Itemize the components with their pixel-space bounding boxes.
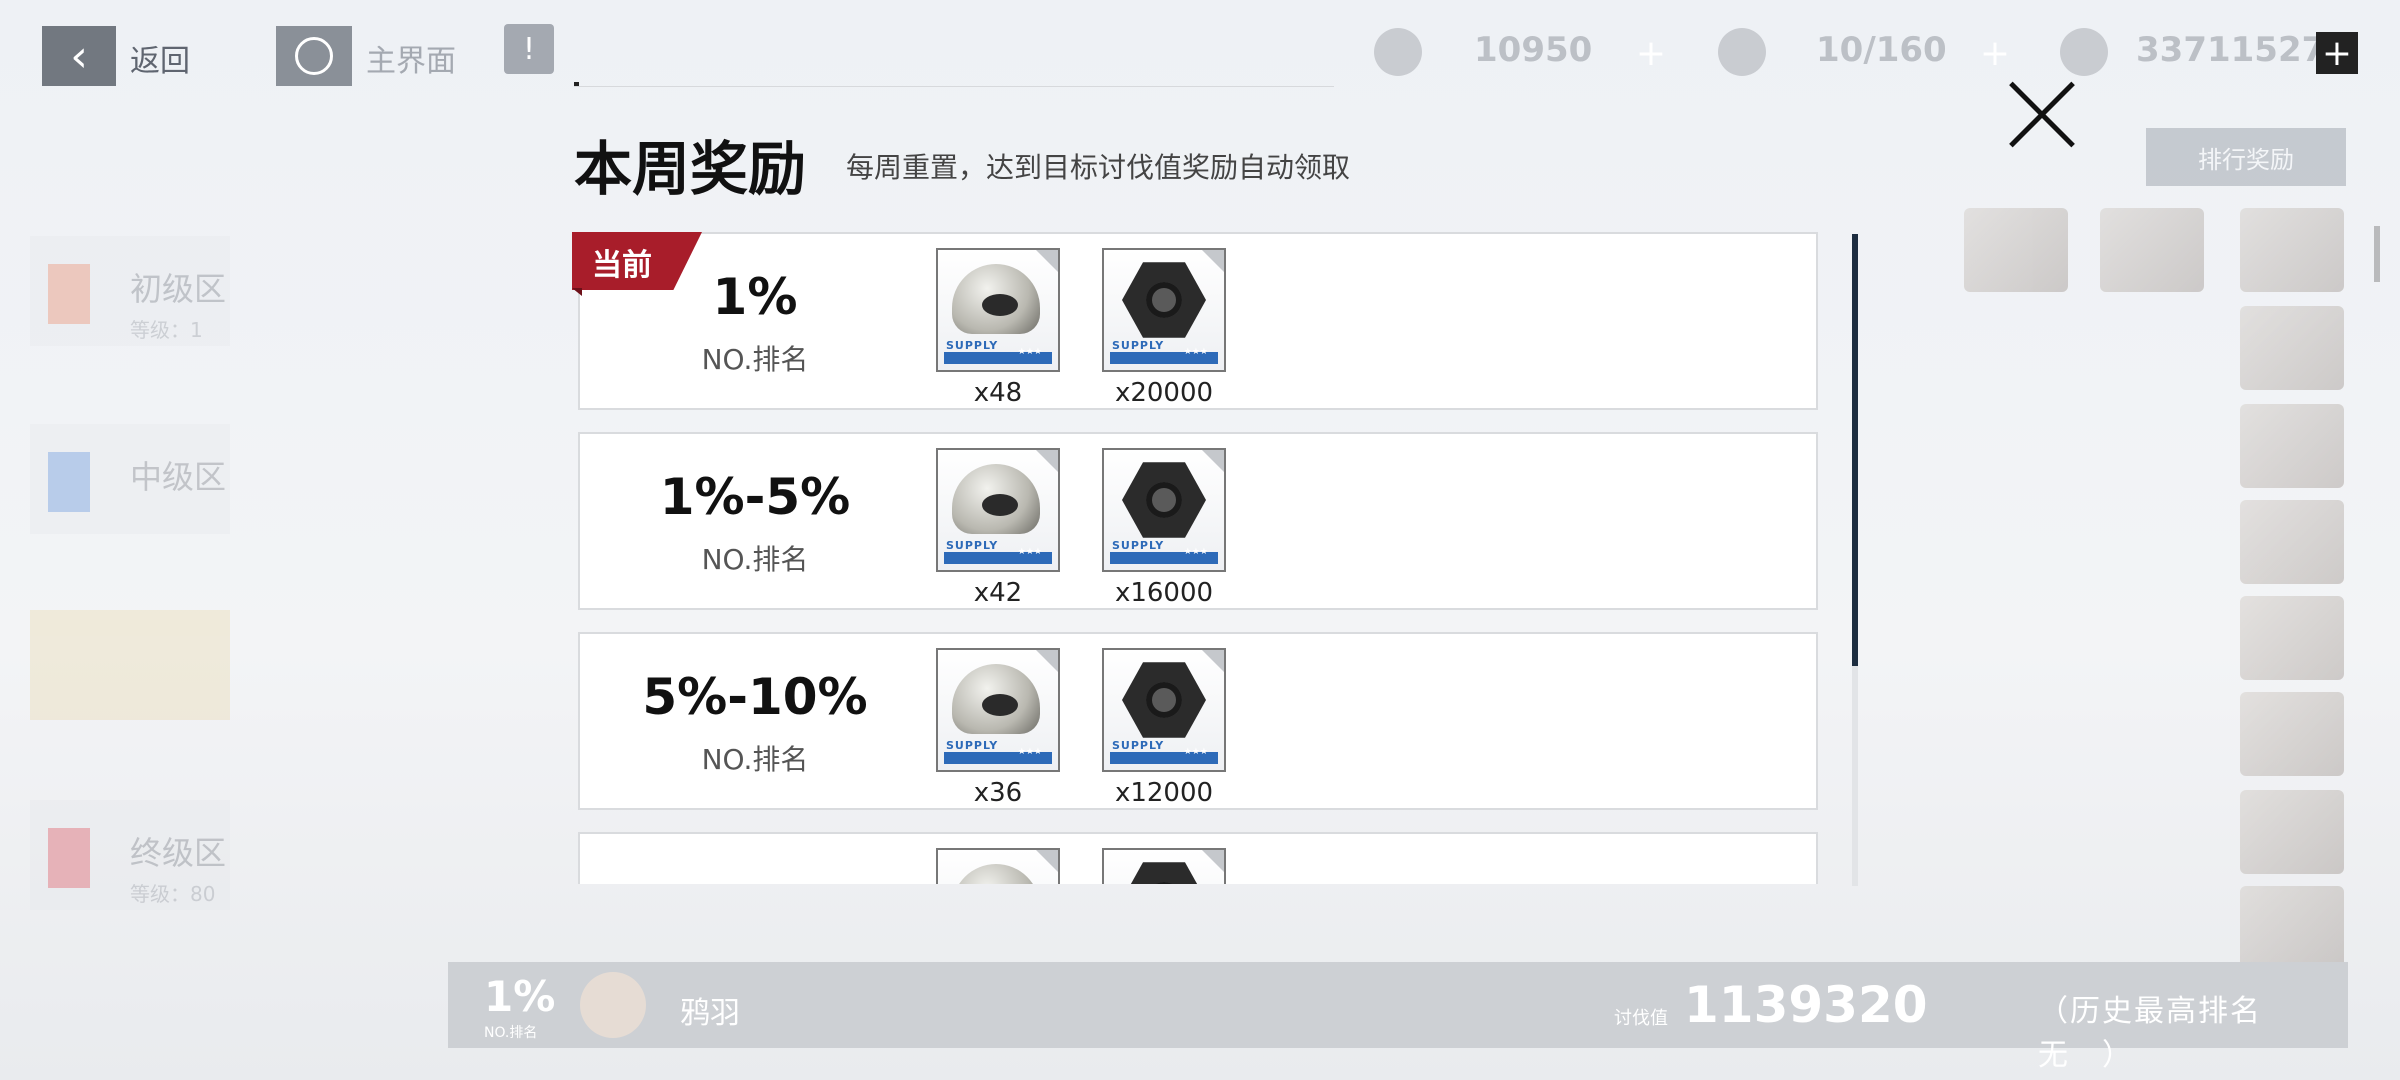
portrait [2240, 306, 2344, 390]
home-circle-icon [295, 37, 333, 75]
reward-item[interactable]: SUPPLY ★★★ x12000 [1102, 648, 1226, 808]
resource-stamina-value: 10/160 [1816, 30, 1947, 70]
reward-list-scrollbar-thumb[interactable] [1852, 234, 1858, 666]
reward-quantity: x48 [973, 378, 1023, 408]
ticket-icon [1374, 28, 1422, 76]
resource-coin-value: 33711527 [2136, 30, 2326, 70]
reward-list[interactable]: 当前 1% NO.排名 SUPPLY ★★★ x48 SUPPLY ★★★ x2… [570, 232, 1826, 884]
portrait [1964, 208, 2068, 292]
nut-icon [1122, 662, 1206, 738]
reward-quantity: x12000 [1114, 778, 1214, 808]
nut-icon [1122, 462, 1206, 538]
modal-title: 本周奖励 [574, 135, 807, 203]
syringe-icon [1718, 28, 1766, 76]
portrait [2100, 208, 2204, 292]
player-rank-label: NO.排名 [484, 1025, 538, 1041]
reward-quantity: x36 [973, 778, 1023, 808]
helmet-icon [952, 664, 1040, 734]
zone-flag-icon [48, 828, 90, 888]
info-icon[interactable]: ! [504, 24, 554, 74]
zone-tab-beginner[interactable]: 初级区 等级：1 [30, 236, 230, 346]
back-label[interactable]: 返回 [130, 36, 190, 80]
add-stamina-button[interactable]: + [1974, 32, 2016, 74]
back-button[interactable]: ‹ [42, 26, 116, 86]
reward-quantity: x42 [973, 578, 1023, 608]
tier-label: 1%-5% [659, 468, 851, 526]
player-name: 鸦羽 [680, 996, 740, 1031]
portrait [2240, 596, 2344, 680]
close-button[interactable] [2004, 76, 2080, 152]
reward-item[interactable] [936, 848, 1060, 884]
reward-item[interactable]: SUPPLY ★★★ x20000 [1102, 248, 1226, 408]
rarity-stars: ★★★ [1017, 547, 1042, 557]
supply-label: SUPPLY [1112, 539, 1165, 552]
portrait [2240, 500, 2344, 584]
reward-row: 1%-5% NO.排名 SUPPLY ★★★ x42 SUPPLY ★★★ x1… [578, 432, 1818, 610]
tier-label: 5%-10% [642, 668, 868, 726]
nut-icon [1122, 262, 1206, 338]
helmet-icon [952, 264, 1040, 334]
helmet-icon [952, 864, 1040, 884]
helmet-icon [952, 464, 1040, 534]
portrait [2240, 208, 2344, 292]
history-best-rank: （历史最高排名 无 ） [2038, 994, 2294, 1073]
portrait [2240, 886, 2344, 970]
reward-item[interactable]: SUPPLY ★★★ x16000 [1102, 448, 1226, 608]
zone-tab-advanced[interactable] [30, 610, 230, 720]
resource-ticket-value: 10950 [1474, 30, 1593, 70]
tier-sub-label: NO.排名 [701, 743, 809, 776]
rarity-stars: ★★★ [1183, 547, 1208, 557]
reward-row: 5%-10% NO.排名 SUPPLY ★★★ x36 SUPPLY ★★★ x… [578, 632, 1818, 810]
tier-label: 1% [712, 268, 798, 326]
zone-tab-final[interactable]: 终级区 等级：80 [30, 800, 230, 910]
rarity-stars: ★★★ [1183, 747, 1208, 757]
portrait [2240, 404, 2344, 488]
portrait [2240, 692, 2344, 776]
reward-quantity: x20000 [1114, 378, 1214, 408]
player-score: 1139320 [1684, 976, 1928, 1034]
score-label: 讨伐值 [1614, 1008, 1668, 1029]
zone-tab-level: 等级：1 [130, 318, 203, 342]
add-ticket-button[interactable]: + [1630, 32, 1672, 74]
zone-tab-label: 终级区 [130, 834, 227, 872]
rarity-stars: ★★★ [1017, 347, 1042, 357]
reward-row: 当前 1% NO.排名 SUPPLY ★★★ x48 SUPPLY ★★★ x2… [572, 232, 1818, 410]
reward-item[interactable]: SUPPLY ★★★ x48 [936, 248, 1060, 408]
chevron-left-icon: ‹ [70, 30, 88, 82]
reward-item[interactable]: SUPPLY ★★★ x36 [936, 648, 1060, 808]
tier-sub-label: NO.排名 [701, 343, 809, 376]
zone-tab-label: 初级区 [130, 270, 227, 308]
avatar [580, 972, 646, 1038]
supply-label: SUPPLY [946, 739, 999, 752]
rank-reward-button[interactable]: 排行奖励 [2146, 128, 2346, 186]
nut-icon [1122, 862, 1206, 884]
divider [574, 86, 1334, 87]
zone-tab-level: 等级：80 [130, 882, 216, 906]
supply-label: SUPPLY [1112, 339, 1165, 352]
player-rank-bar: 1% NO.排名 鸦羽 讨伐值 1139320 （历史最高排名 无 ） [448, 962, 2348, 1073]
supply-label: SUPPLY [946, 339, 999, 352]
zone-flag-icon [48, 452, 90, 512]
home-button[interactable] [276, 26, 352, 86]
player-rank-percent: 1% [484, 972, 556, 1021]
rarity-stars: ★★★ [1183, 347, 1208, 357]
zone-flag-icon [48, 264, 90, 324]
reward-row [578, 832, 1818, 884]
rarity-stars: ★★★ [1017, 747, 1042, 757]
reward-quantity: x16000 [1114, 578, 1214, 608]
zone-tab-label: 中级区 [130, 458, 227, 496]
reward-item[interactable]: SUPPLY ★★★ x42 [936, 448, 1060, 608]
supply-label: SUPPLY [1112, 739, 1165, 752]
add-coin-button[interactable]: + [2316, 32, 2358, 74]
portrait [2240, 790, 2344, 874]
modal-subtitle: 每周重置，达到目标讨伐值奖励自动领取 [846, 151, 1351, 184]
zone-tab-intermediate[interactable]: 中级区 [30, 424, 230, 534]
reward-item[interactable] [1102, 848, 1226, 884]
home-label[interactable]: 主界面 [366, 36, 456, 80]
coin-icon [2060, 28, 2108, 76]
supply-label: SUPPLY [946, 539, 999, 552]
tier-sub-label: NO.排名 [701, 543, 809, 576]
background-scrollbar[interactable] [2374, 226, 2380, 282]
